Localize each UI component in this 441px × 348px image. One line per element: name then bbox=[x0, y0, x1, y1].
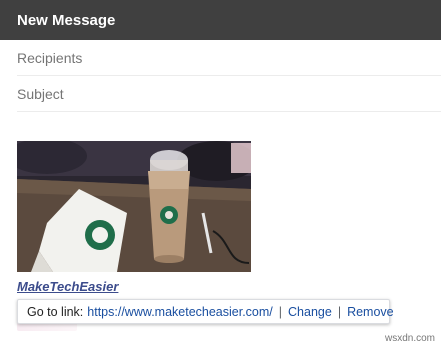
link-url[interactable]: https://www.maketecheasier.com/ bbox=[87, 305, 273, 319]
inline-photo[interactable] bbox=[17, 141, 251, 272]
window-title: New Message bbox=[17, 11, 116, 29]
watermark: wsxdn.com bbox=[384, 333, 435, 344]
subject-placeholder: Subject bbox=[17, 86, 64, 102]
recipients-field[interactable]: Recipients bbox=[0, 40, 441, 76]
inserted-link[interactable]: MakeTechEasier bbox=[17, 279, 118, 294]
separator: | bbox=[278, 304, 283, 319]
go-to-link-label: Go to link: bbox=[27, 304, 84, 319]
separator: | bbox=[337, 304, 342, 319]
subject-field[interactable]: Subject bbox=[0, 76, 441, 112]
link-tooltip: Go to link: https://www.maketecheasier.c… bbox=[17, 299, 394, 324]
remove-link-button[interactable]: Remove bbox=[347, 305, 394, 319]
recipients-placeholder: Recipients bbox=[17, 50, 83, 66]
change-link-button[interactable]: Change bbox=[288, 305, 332, 319]
field-divider bbox=[17, 111, 441, 112]
compose-title-bar: New Message bbox=[0, 0, 441, 40]
